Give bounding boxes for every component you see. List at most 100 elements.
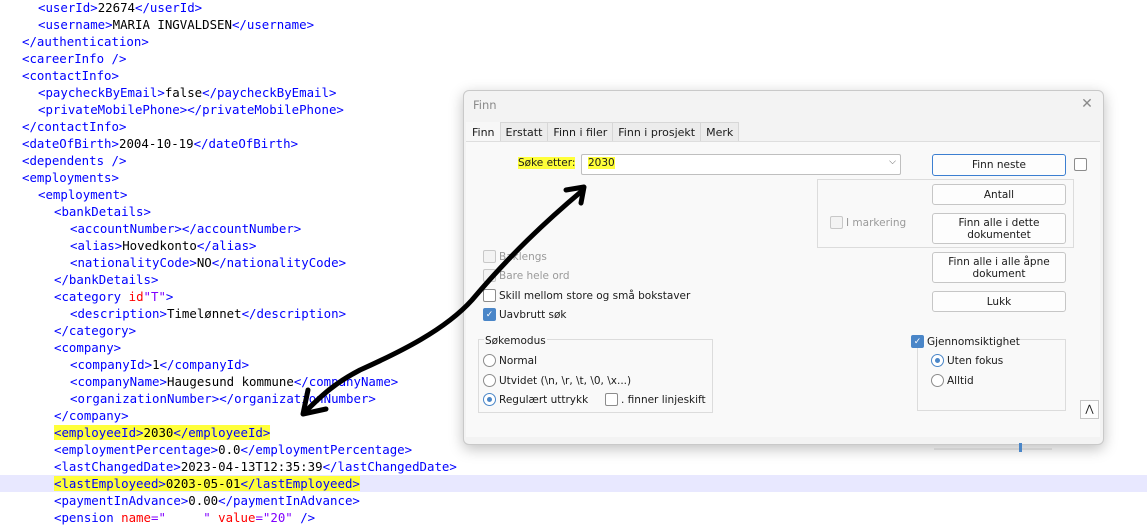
match-case-box [483, 289, 496, 302]
xml-text-value: Haugesund kommune [166, 374, 294, 389]
xml-open-tag: <category [54, 289, 129, 304]
xml-open-tag: </authentication> [22, 34, 149, 49]
xml-open-tag: <lastChangedDate> [54, 459, 181, 474]
xml-close-tag: </nationalityCode> [211, 255, 347, 270]
xml-open-tag: <employmentPercentage> [54, 442, 219, 457]
xml-open-tag: </company> [54, 408, 129, 423]
radio-icon [483, 374, 496, 387]
chevron-up-icon[interactable]: ⋀ [1080, 400, 1099, 419]
in-selection-checkbox[interactable]: I markering [830, 216, 906, 229]
code-line[interactable]: </authentication> [0, 33, 1147, 50]
close-icon[interactable]: ✕ [1079, 96, 1095, 112]
xml-open-tag: <paymentInAdvance> [54, 493, 189, 508]
transparency-label: Gjennomsiktighet [927, 335, 1020, 348]
xml-open-tag: <accountNumber> [70, 221, 182, 236]
find-all-in-document-button[interactable]: Finn alle i dette dokumentet [932, 213, 1066, 244]
tab-find-in-files[interactable]: Finn i filer [547, 122, 614, 142]
xml-attribute-name: value [210, 510, 256, 525]
dot-newline-box [605, 393, 618, 406]
close-button[interactable]: Lukk [932, 291, 1066, 312]
xml-text-value: Hovedkonto [122, 238, 197, 253]
radio-icon [483, 354, 496, 367]
tab-find[interactable]: Finn [466, 122, 501, 142]
backward-label: Baklengs [499, 250, 547, 263]
mode-extended-radio[interactable]: Utvidet (\n, \r, \t, \0, \x...) [483, 374, 631, 387]
code-line[interactable]: <contactInfo> [0, 67, 1147, 84]
xml-close-tag: </paymentInAdvance> [218, 493, 360, 508]
xml-text-value: 2023-04-13T12:35:39 [180, 459, 323, 474]
transparency-on-lose-focus-radio[interactable]: Uten fokus [931, 354, 1003, 367]
transparency-slider-track[interactable] [934, 448, 1052, 450]
find-next-button[interactable]: Finn neste [932, 154, 1066, 176]
xml-text-value: 2004-10-19 [118, 136, 194, 151]
match-case-label: Skill mellom store og små bokstaver [499, 289, 691, 302]
xml-attribute-name: name [121, 510, 151, 525]
wrap-around-checkbox[interactable]: ✓ Uavbrutt søk [483, 308, 567, 321]
xml-open-tag: <companyId> [70, 357, 153, 372]
xml-close-tag: </organizationNumber> [219, 391, 376, 406]
xml-text-value: 1 [152, 357, 160, 372]
tab-find-in-project[interactable]: Finn i prosjekt [612, 122, 702, 142]
xml-close-tag: </lastChangedDate> [322, 459, 457, 474]
code-line[interactable]: <careerInfo /> [0, 50, 1147, 67]
find-all-in-open-documents-button[interactable]: Finn alle i alle åpne dokument [932, 252, 1066, 283]
code-line[interactable]: <lastEmployeed>0203-05-01</lastEmployeed… [0, 475, 1147, 492]
xml-close-tag: </companyId> [159, 357, 250, 372]
transparency-checkbox[interactable]: ✓ Gjennomsiktighet [911, 335, 1020, 348]
xml-text-value: false [164, 85, 203, 100]
tab-mark[interactable]: Merk [700, 122, 740, 142]
search-mode-title: Søkemodus [484, 335, 547, 347]
on-lose-focus-label: Uten fokus [947, 354, 1004, 367]
dialog-title: Finn [473, 98, 497, 112]
count-button[interactable]: Antall [932, 184, 1066, 205]
xml-tag-end: > [165, 289, 174, 304]
checkmark-icon: ✓ [911, 335, 924, 348]
dot-newline-checkbox[interactable]: . finner linjeskift [605, 393, 706, 406]
xml-close-tag: </userId> [135, 0, 203, 15]
transparency-always-radio[interactable]: Alltid [931, 374, 974, 387]
find-panel: Søke etter: 2030 ⌵ Finn neste I markerin… [466, 141, 1100, 452]
xml-text-value: 0.00 [188, 493, 219, 508]
xml-open-tag: <nationalityCode> [70, 255, 197, 270]
tab-replace[interactable]: Erstatt [499, 122, 549, 142]
radio-selected-icon [483, 393, 496, 406]
code-line[interactable]: <userId>22674</userId> [0, 0, 1147, 16]
xml-text-value: MARIA INGVALDSEN [112, 17, 232, 32]
match-case-checkbox[interactable]: Skill mellom store og små bokstaver [483, 289, 690, 302]
wrap-around-label: Uavbrutt søk [499, 308, 567, 321]
mode-extended-label: Utvidet (\n, \r, \t, \0, \x...) [499, 374, 632, 387]
backward-checkbox[interactable]: Baklengs [483, 250, 547, 263]
search-combobox[interactable]: 2030 ⌵ [581, 154, 901, 175]
code-line[interactable]: <paymentInAdvance>0.00</paymentInAdvance… [0, 492, 1147, 509]
xml-close-tag: </username> [231, 17, 315, 32]
xml-text-value: 2030 [143, 425, 174, 440]
xml-open-tag: <pension [54, 510, 122, 525]
code-line[interactable]: <lastChangedDate>2023-04-13T12:35:39</la… [0, 458, 1147, 475]
backward-box [483, 250, 496, 263]
xml-close-tag: </paycheckByEmail> [202, 85, 337, 100]
mode-regex-radio[interactable]: Regulært uttrykk [483, 393, 588, 406]
whole-word-checkbox[interactable]: Bare hele ord [483, 269, 570, 282]
xml-close-tag: </companyName> [293, 374, 399, 389]
xml-tag-end: /> [292, 510, 316, 525]
chevron-down-icon[interactable]: ⌵ [889, 157, 896, 167]
find-next-toggle-checkbox[interactable] [1074, 158, 1087, 171]
find-dialog: Finn ✕ Finn Erstatt Finn i filer Finn i … [463, 90, 1104, 452]
xml-text-value: 22674 [97, 0, 135, 15]
code-line[interactable]: <username>MARIA INGVALDSEN</username> [0, 16, 1147, 33]
xml-open-tag: </bankDetails> [54, 272, 159, 287]
transparency-slider-thumb[interactable] [1018, 443, 1022, 452]
xml-open-tag: <alias> [70, 238, 123, 253]
mode-normal-radio[interactable]: Normal [483, 354, 537, 367]
xml-text-value: NO [196, 255, 212, 270]
xml-close-tag: </dateOfBirth> [193, 136, 299, 151]
radio-icon [931, 374, 944, 387]
xml-open-tag: <userId> [38, 0, 98, 15]
code-line[interactable]: <pension name=" " value="20" /> [0, 509, 1147, 526]
xml-attribute-value: "T" [143, 289, 166, 304]
xml-open-tag: <organizationNumber> [70, 391, 220, 406]
xml-open-tag: <dependents /> [22, 153, 127, 168]
xml-open-tag: <employment> [38, 187, 128, 202]
xml-text-value: 0.0 [218, 442, 241, 457]
xml-open-tag: <dateOfBirth> [22, 136, 119, 151]
